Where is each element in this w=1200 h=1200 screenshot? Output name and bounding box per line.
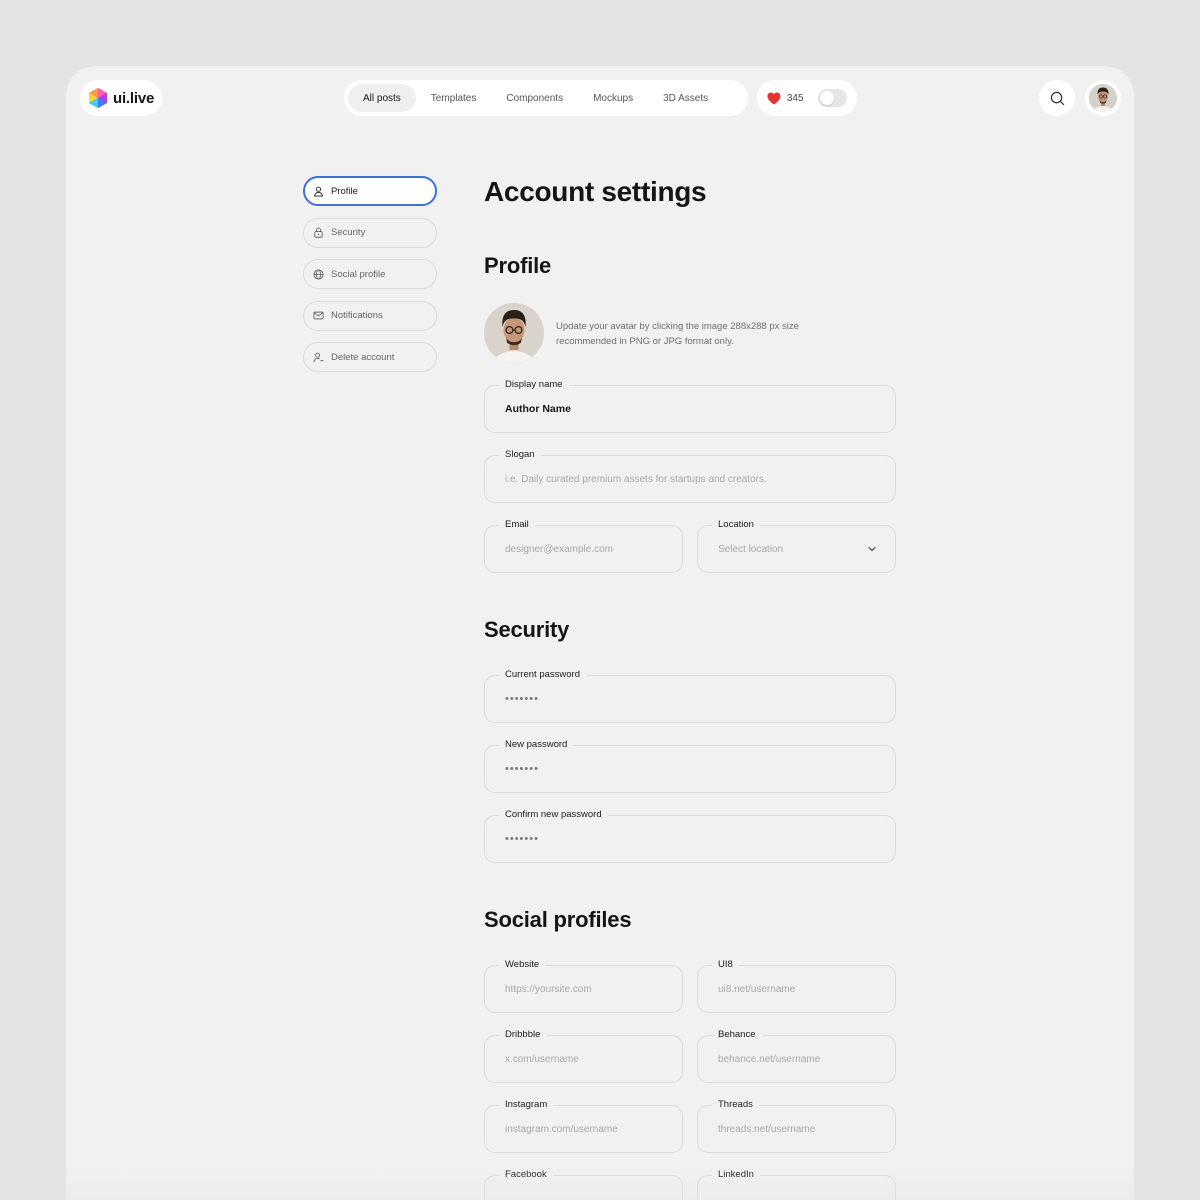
confirm-password-field: Confirm new password [484,809,896,863]
search-icon [1050,91,1064,105]
search-button[interactable] [1039,80,1075,116]
app-window: ui.live All posts Templates Components M… [66,66,1134,1200]
likes-widget: 345 [757,80,857,116]
side-item-security[interactable]: Security [303,217,437,248]
page-title: Account settings [484,176,707,207]
threads-input[interactable] [718,1106,881,1152]
profile-section-title: Profile [484,253,552,278]
main-nav: All posts Templates Components Mockups 3… [344,80,748,116]
facebook-field: Facebook [484,1169,683,1200]
email-field: Email [484,519,683,573]
user-remove-icon [313,352,324,362]
side-item-label: Notifications [331,310,383,321]
slogan-field: Slogan [484,449,896,503]
website-input[interactable] [505,966,668,1012]
toggle-knob [819,91,834,105]
logo-mark-icon [89,88,107,108]
chevron-down-icon [868,546,876,552]
side-item-delete-account[interactable]: Delete account [303,342,437,372]
facebook-input[interactable] [505,1176,668,1200]
nav-templates[interactable]: Templates [416,84,492,112]
likes-count: 345 [786,92,804,104]
side-item-notifications[interactable]: Notifications [303,300,437,331]
location-select[interactable]: Location Select location [697,519,896,573]
avatar [484,303,544,363]
slogan-input[interactable] [505,456,881,502]
side-item-label: Social profile [331,268,386,280]
nav-3d-assets[interactable]: 3D Assets [648,84,723,112]
confirm-password-input[interactable] [505,816,881,862]
current-password-field: Current password [484,669,896,723]
theme-toggle[interactable] [817,89,847,107]
side-item-label: Profile [331,185,358,197]
new-password-input[interactable] [505,746,881,792]
side-item-label: Delete account [331,351,395,363]
social-section-title: Social profiles [484,907,632,932]
email-input[interactable] [505,526,668,572]
website-field: Website [484,959,683,1013]
location-select-placeholder: Select location [718,543,784,555]
display-name-field: Display name [484,379,896,433]
dribbble-field: Dribbble [484,1029,683,1083]
globe-icon [313,268,324,280]
display-name-input[interactable] [505,386,881,432]
side-item-social-profile[interactable]: Social profile [303,259,437,289]
settings-side-menu: Profile Security Social profile Notifica… [303,176,437,384]
side-item-profile[interactable]: Profile [303,176,437,206]
avatar [1089,84,1117,112]
side-item-label: Security [331,227,366,238]
threads-field: Threads [697,1099,896,1153]
instagram-field: Instagram [484,1099,683,1153]
user-avatar-button[interactable] [1085,80,1121,116]
ui8-field: UI8 [697,959,896,1013]
user-icon [314,186,323,197]
linkedin-input[interactable] [718,1176,881,1200]
linkedin-field: LinkedIn [697,1169,896,1200]
ui8-input[interactable] [718,966,881,1012]
logo[interactable]: ui.live [80,80,162,116]
behance-input[interactable] [718,1036,881,1082]
nav-components[interactable]: Components [491,84,578,112]
lock-icon [314,227,323,238]
instagram-input[interactable] [505,1106,668,1152]
new-password-field: New password [484,739,896,793]
nav-mockups[interactable]: Mockups [578,84,648,112]
logo-text: ui.live [113,89,155,107]
heart-icon [767,92,781,105]
nav-all-posts[interactable]: All posts [348,84,416,112]
dribbble-input[interactable] [505,1036,668,1082]
profile-avatar-upload[interactable] [484,303,544,363]
avatar-help-text: Update your avatar by clicking the image… [556,321,799,347]
current-password-input[interactable] [505,676,881,722]
security-section-title: Security [484,617,570,642]
mail-icon [313,311,324,320]
behance-field: Behance [697,1029,896,1083]
